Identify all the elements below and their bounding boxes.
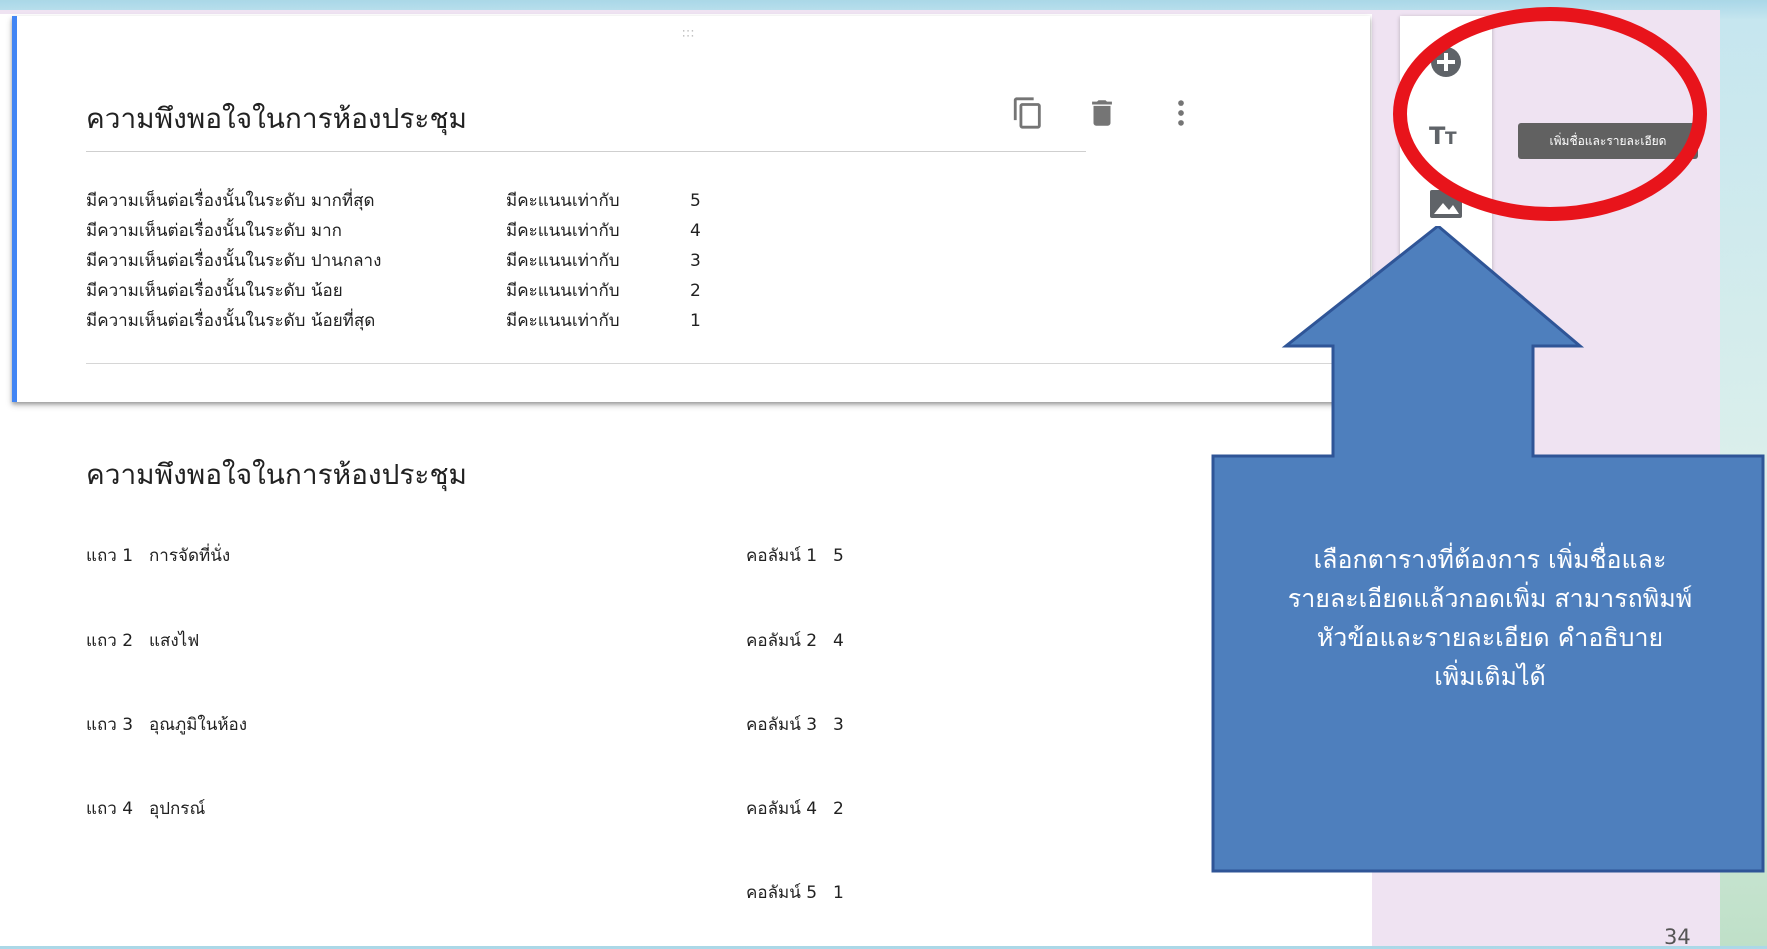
card-title-field[interactable]: ความพึงพอใจในการห้องประชุม — [86, 97, 467, 141]
column-label: คอลัมน์ 1 — [746, 546, 818, 566]
row-label: แถว 1 — [86, 546, 134, 566]
score-label: มีคะแนนเท่ากับ — [506, 281, 620, 301]
row-label: แถว 4 — [86, 799, 134, 819]
card-divider — [86, 363, 1344, 364]
slide-number: 34 — [1664, 925, 1691, 949]
description-row: มีความเห็นต่อเรื่องนั้นในระดับ มาก มีคะแน… — [86, 216, 701, 246]
score-label: มีคะแนนเท่ากับ — [506, 251, 620, 271]
drag-handle-icon[interactable]: ∶∶∶ — [682, 28, 695, 41]
score-label: มีคะแนนเท่ากับ — [506, 221, 620, 241]
level-text: มีความเห็นต่อเรื่องนั้นในระดับ มากที่สุด — [86, 191, 375, 211]
column-label: คอลัมน์ 4 — [746, 799, 818, 819]
column-label: คอลัมน์ 3 — [746, 715, 818, 735]
column-label: คอลัมน์ 2 — [746, 631, 818, 651]
delete-icon[interactable] — [1085, 96, 1119, 134]
more-vert-icon[interactable] — [1164, 96, 1198, 134]
card-description-field[interactable]: มีความเห็นต่อเรื่องนั้นในระดับ มากที่สุด… — [86, 186, 701, 336]
column-value: 1 — [833, 883, 844, 903]
slide: ∶∶∶ ความพึงพอใจในการห้องประชุม มีความเห็… — [0, 0, 1767, 949]
row-value: การจัดที่นั่ง — [149, 546, 231, 566]
grid-column-item[interactable]: คอลัมน์ 5 1 — [746, 879, 844, 906]
score-value: 3 — [690, 251, 701, 271]
title-description-card[interactable]: ∶∶∶ ความพึงพอใจในการห้องประชุม มีความเห็… — [12, 16, 1370, 402]
callout-line: รายละเอียดแล้วกอดเพิ่ม สามารถพิมพ์ — [1287, 584, 1693, 613]
description-row: มีความเห็นต่อเรื่องนั้นในระดับ น้อยที่สุ… — [86, 306, 701, 336]
grid-row-item[interactable]: แถว 4 อุปกรณ์ — [86, 795, 205, 822]
callout-line: เลือกตารางที่ต้องการ เพิ่มชื่อและ — [1313, 545, 1667, 574]
score-label: มีคะแนนเท่ากับ — [506, 191, 620, 211]
row-value: แสงไฟ — [149, 631, 200, 651]
grid-question-title[interactable]: ความพึงพอใจในการห้องประชุม — [86, 453, 467, 497]
title-underline — [86, 151, 1086, 152]
score-value: 2 — [690, 281, 701, 301]
column-value: 5 — [833, 546, 844, 566]
description-row: มีความเห็นต่อเรื่องนั้นในระดับ น้อย มีคะแ… — [86, 276, 701, 306]
grid-row-item[interactable]: แถว 2 แสงไฟ — [86, 627, 199, 654]
level-text: มีความเห็นต่อเรื่องนั้นในระดับ น้อยที่สุ… — [86, 311, 376, 331]
grid-row-item[interactable]: แถว 1 การจัดที่นั่ง — [86, 542, 230, 569]
row-value: อุปกรณ์ — [149, 799, 206, 819]
row-label: แถว 3 — [86, 715, 134, 735]
row-label: แถว 2 — [86, 631, 134, 651]
callout-line: หัวข้อและรายละเอียด คำอธิบาย — [1316, 623, 1664, 652]
grid-column-item[interactable]: คอลัมน์ 4 2 — [746, 795, 844, 822]
column-value: 4 — [833, 631, 844, 651]
highlight-ellipse — [1393, 7, 1707, 221]
grid-row-item[interactable]: แถว 3 อุณภูมิในห้อง — [86, 711, 247, 738]
grid-column-item[interactable]: คอลัมน์ 1 5 — [746, 542, 844, 569]
callout-text: เลือกตารางที่ต้องการ เพิ่มชื่อและ รายละเ… — [1230, 540, 1750, 696]
level-text: มีความเห็นต่อเรื่องนั้นในระดับ มาก — [86, 221, 342, 241]
grid-column-item[interactable]: คอลัมน์ 3 3 — [746, 711, 844, 738]
level-text: มีความเห็นต่อเรื่องนั้นในระดับ น้อย — [86, 281, 343, 301]
copy-icon[interactable] — [1011, 96, 1045, 134]
score-label: มีคะแนนเท่ากับ — [506, 311, 620, 331]
callout-line: เพิ่มเติมได้ — [1434, 662, 1546, 691]
row-value: อุณภูมิในห้อง — [149, 715, 248, 735]
column-label: คอลัมน์ 5 — [746, 883, 818, 903]
score-value: 4 — [690, 221, 701, 241]
grid-column-item[interactable]: คอลัมน์ 2 4 — [746, 627, 844, 654]
description-row: มีความเห็นต่อเรื่องนั้นในระดับ มากที่สุด… — [86, 186, 701, 216]
column-value: 2 — [833, 799, 844, 819]
column-value: 3 — [833, 715, 844, 735]
description-row: มีความเห็นต่อเรื่องนั้นในระดับ ปานกลาง มี… — [86, 246, 701, 276]
active-card-accent — [12, 16, 17, 402]
level-text: มีความเห็นต่อเรื่องนั้นในระดับ ปานกลาง — [86, 251, 382, 271]
score-value: 5 — [690, 191, 701, 211]
score-value: 1 — [690, 311, 701, 331]
